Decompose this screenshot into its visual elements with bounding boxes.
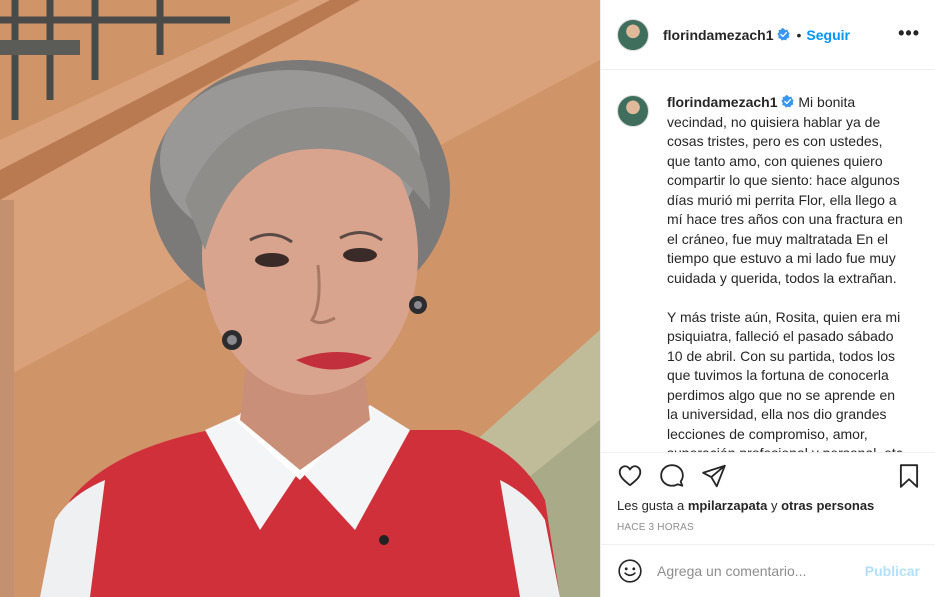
follow-button[interactable]: Seguir <box>806 27 850 43</box>
post-header: florindamezach1 • Seguir ••• <box>601 0 935 70</box>
likes-others-link[interactable]: otras personas <box>781 498 874 513</box>
comment-icon[interactable] <box>659 463 685 489</box>
share-icon[interactable] <box>701 463 727 489</box>
liked-by-user[interactable]: mpilarzapata <box>688 498 767 513</box>
likes-connector: y <box>770 498 778 513</box>
emoji-icon[interactable] <box>617 558 643 584</box>
portrait-image <box>0 0 600 597</box>
action-icons-group <box>617 463 727 489</box>
caption-body: Mi bonita vecindad, no quisiera hablar y… <box>667 94 907 452</box>
caption-username[interactable]: florindamezach1 <box>667 94 777 110</box>
more-options-icon[interactable]: ••• <box>898 24 920 42</box>
bookmark-icon[interactable] <box>896 463 922 489</box>
post-photo[interactable] <box>0 0 600 597</box>
separator-dot: • <box>796 26 802 43</box>
likes-prefix: Les gusta a <box>617 498 685 513</box>
caption-text-block: florindamezach1 Mi bonita vecindad, no q… <box>667 93 907 452</box>
caption-verified-badge-icon <box>781 95 795 108</box>
post-side-panel: florindamezach1 • Seguir ••• florindamez… <box>600 0 935 597</box>
author-avatar[interactable] <box>617 18 649 51</box>
caption-author-avatar[interactable] <box>617 95 649 127</box>
author-username[interactable]: florindamezach1 <box>663 27 773 43</box>
post-timestamp[interactable]: HACE 3 HORAS <box>617 522 694 533</box>
caption-section: florindamezach1 Mi bonita vecindad, no q… <box>601 71 935 452</box>
publish-button[interactable]: Publicar <box>865 563 920 579</box>
comment-input[interactable] <box>657 563 865 579</box>
heart-icon[interactable] <box>617 463 643 489</box>
comment-bar: Publicar <box>601 544 935 597</box>
verified-badge-icon <box>777 28 791 41</box>
post-actions: Les gusta a mpilarzapata y otras persona… <box>601 452 935 544</box>
likes-summary: Les gusta a mpilarzapata y otras persona… <box>617 498 874 513</box>
